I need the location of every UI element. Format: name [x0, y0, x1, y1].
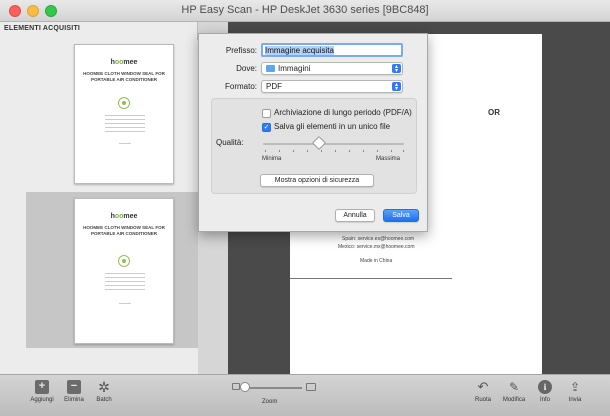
- app-window: HP Easy Scan - HP DeskJet 3630 series [9…: [0, 0, 610, 416]
- info-icon: i: [538, 380, 552, 394]
- options-group: Archiviazione di lungo periodo (PDF/A) ✓…: [211, 98, 417, 194]
- edit-label: Modifica: [502, 397, 526, 403]
- pencil-icon: ✎: [508, 380, 520, 394]
- scan-item-2-selected[interactable]: hoomee HOOMEE CLOTH WINDOW SEAL FOR PORT…: [26, 192, 198, 348]
- quality-max-label: Massima: [376, 156, 401, 162]
- edit-button[interactable]: ✎ Modifica: [500, 380, 528, 403]
- single-file-checkbox[interactable]: ✓: [262, 123, 271, 132]
- format-label: Formato:: [224, 82, 257, 91]
- text-line: [105, 119, 145, 120]
- page-title-fragment: OR: [488, 108, 500, 117]
- single-file-label: Salva gli elementi in un unico file: [274, 122, 391, 131]
- info-label: Info: [539, 397, 550, 403]
- text-line: [105, 281, 145, 282]
- scanned-items-sidebar: ELEMENTI ACQUISITI hoomee HOOMEE CLOTH W…: [0, 22, 198, 374]
- zoom-slider-track[interactable]: [244, 387, 302, 389]
- slider-tick: [349, 150, 350, 152]
- document-title: HOOMEE CLOTH WINDOW SEAL FOR PORTABLE AI…: [83, 225, 165, 236]
- format-value: PDF: [266, 82, 282, 91]
- slider-tick: [391, 150, 392, 152]
- share-icon: ⇪: [569, 380, 581, 394]
- add-icon: +: [35, 380, 49, 394]
- brand-logo: hoomee: [110, 59, 138, 66]
- text-line: [119, 303, 131, 304]
- send-button[interactable]: ⇪ Invia: [564, 380, 586, 403]
- leaf-logo-icon: [118, 97, 130, 109]
- prefix-value: Immagine acquisita: [265, 46, 334, 55]
- slider-tick: [265, 150, 266, 152]
- scan-item-1[interactable]: hoomee HOOMEE CLOTH WINDOW SEAL FOR PORT…: [26, 40, 198, 192]
- prefix-input[interactable]: Immagine acquisita: [261, 43, 403, 57]
- rotate-icon: ↶: [477, 379, 489, 394]
- batch-button[interactable]: ✲ Batch: [94, 380, 114, 403]
- slider-tick: [403, 150, 404, 152]
- batch-label: Batch: [96, 397, 112, 403]
- slider-tick: [321, 150, 322, 152]
- text-line: [105, 273, 145, 274]
- add-button[interactable]: + Aggiungi: [28, 380, 56, 403]
- window-title: HP Easy Scan - HP DeskJet 3630 series [9…: [181, 4, 429, 16]
- folder-icon: [266, 65, 275, 72]
- save-button[interactable]: Salva: [383, 209, 419, 222]
- popup-arrows-icon: ▴ ▾: [392, 82, 401, 92]
- archive-checkbox[interactable]: [262, 109, 271, 118]
- cancel-button[interactable]: Annulla: [335, 209, 375, 222]
- zoom-in-icon[interactable]: [306, 383, 316, 391]
- text-line: [105, 127, 145, 128]
- page-text-line: Spain: service.es@hoomee.com: [342, 236, 415, 242]
- document-title: HOOMEE CLOTH WINDOW SEAL FOR PORTABLE AI…: [83, 71, 165, 82]
- quality-label: Qualità:: [216, 138, 244, 147]
- archive-label: Archiviazione di lungo periodo (PDF/A): [274, 108, 412, 117]
- delete-button[interactable]: − Elimina: [62, 380, 86, 403]
- slider-tick: [377, 150, 378, 152]
- slider-tick: [335, 150, 336, 152]
- page-rule: [290, 278, 452, 279]
- save-dialog: Prefisso: Immagine acquisita Dove: Immag…: [198, 33, 428, 232]
- show-security-options-button[interactable]: Mostra opzioni di sicurezza: [260, 174, 374, 187]
- quality-min-label: Minima: [262, 156, 282, 162]
- sidebar-header: ELEMENTI ACQUISITI: [4, 25, 81, 32]
- sidebar-empty-area: [0, 348, 198, 374]
- send-label: Invia: [568, 397, 582, 403]
- brand-logo: hoomee: [110, 213, 138, 220]
- zoom-out-icon[interactable]: [232, 383, 240, 390]
- location-select[interactable]: Immagini ▴ ▾: [261, 62, 403, 75]
- scan-thumbnail[interactable]: hoomee HOOMEE CLOTH WINDOW SEAL FOR PORT…: [74, 198, 174, 344]
- gear-icon: ✲: [98, 379, 110, 395]
- page-text-line: Mexico: service.mx@hoomee.com: [338, 244, 415, 250]
- text-line: [105, 123, 145, 124]
- format-select[interactable]: PDF ▴ ▾: [261, 80, 403, 93]
- slider-tick: [279, 150, 280, 152]
- text-line: [105, 289, 145, 290]
- rotate-button[interactable]: ↶ Ruota: [472, 379, 494, 404]
- text-line: [119, 143, 131, 144]
- zoom-slider-knob[interactable]: [240, 382, 250, 392]
- leaf-logo-icon: [118, 255, 130, 267]
- text-line: [105, 131, 145, 132]
- text-line: [105, 285, 145, 286]
- info-button[interactable]: i Info: [536, 380, 554, 403]
- prefix-label: Prefisso:: [225, 46, 257, 55]
- page-text-line: Made in China: [360, 258, 393, 264]
- quality-slider-track[interactable]: [263, 143, 404, 145]
- text-line: [105, 277, 145, 278]
- slider-tick: [307, 150, 308, 152]
- zoom-label: Zoom: [262, 399, 278, 405]
- scan-thumbnail[interactable]: hoomee HOOMEE CLOTH WINDOW SEAL FOR PORT…: [74, 44, 174, 184]
- slider-tick: [363, 150, 364, 152]
- popup-arrows-icon: ▴ ▾: [392, 64, 401, 74]
- text-line: [105, 115, 145, 116]
- delete-label: Elimina: [64, 397, 84, 403]
- location-value: Immagini: [278, 64, 311, 73]
- title-bar: HP Easy Scan - HP DeskJet 3630 series [9…: [0, 0, 610, 22]
- bottom-toolbar: + Aggiungi − Elimina ✲ Batch Zoom ↶ Ruot…: [0, 374, 610, 416]
- location-label: Dove:: [236, 64, 257, 73]
- add-label: Aggiungi: [30, 397, 54, 403]
- delete-icon: −: [67, 380, 81, 394]
- slider-tick: [293, 150, 294, 152]
- quality-slider-knob[interactable]: [312, 135, 327, 151]
- rotate-label: Ruota: [474, 397, 491, 403]
